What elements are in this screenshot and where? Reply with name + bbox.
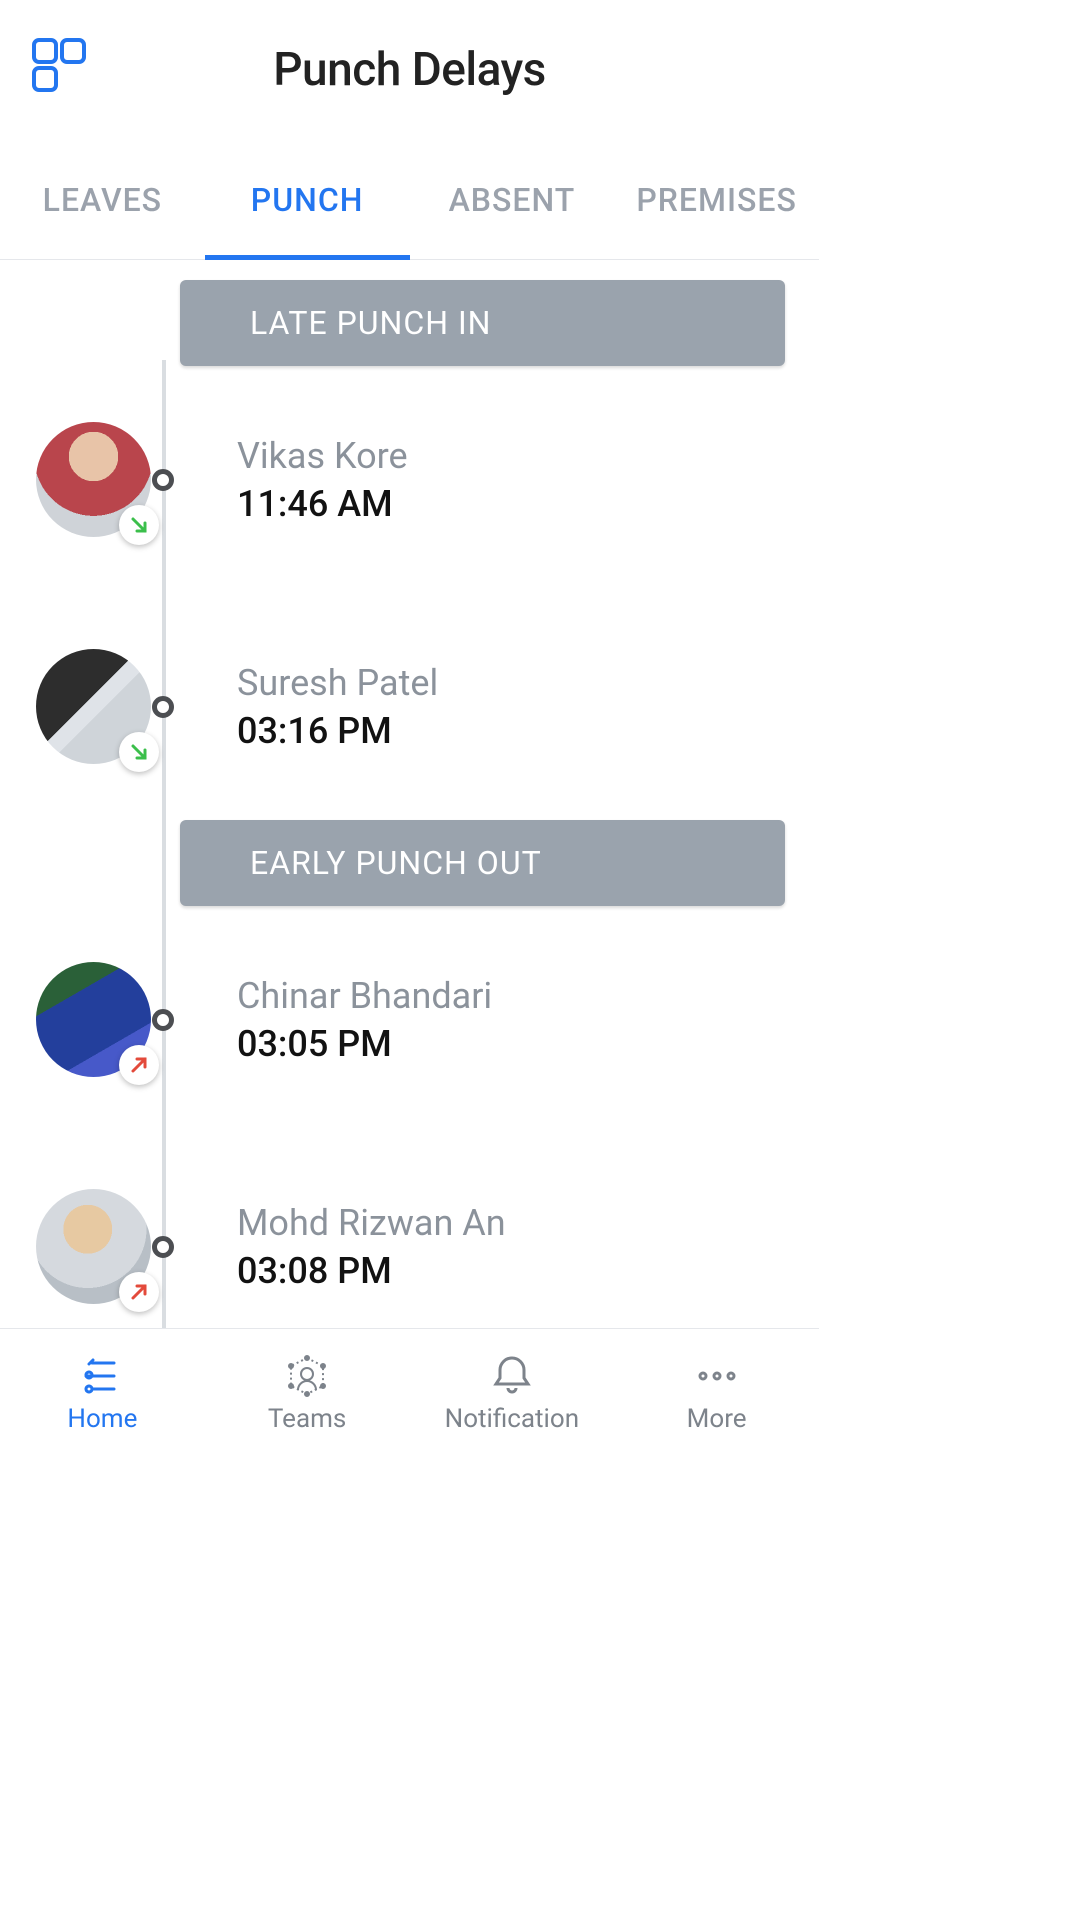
nav-label: More — [687, 1404, 747, 1434]
tab-punch[interactable]: PUNCH — [205, 140, 410, 259]
entry-time: 03:16 PM — [237, 710, 438, 752]
entry-name: Vikas Kore — [237, 435, 408, 477]
nav-home[interactable]: Home — [0, 1329, 205, 1456]
header: Punch Delays — [0, 0, 819, 140]
teams-icon — [283, 1352, 331, 1400]
bell-icon — [488, 1352, 536, 1400]
bottom-nav: Home Teams Notification — [0, 1328, 819, 1456]
home-icon — [78, 1352, 126, 1400]
punch-in-icon — [119, 732, 159, 772]
entry-time: 03:05 PM — [237, 1023, 492, 1065]
tab-bar: LEAVES PUNCH ABSENT PREMISES — [0, 140, 819, 260]
entry-name: Suresh Patel — [237, 662, 438, 704]
timeline-dot — [152, 1236, 174, 1258]
content-area: LATE PUNCH IN Vikas Kore 11:46 AM — [0, 260, 819, 1328]
list-item[interactable]: Vikas Kore 11:46 AM — [0, 366, 819, 593]
tab-absent[interactable]: ABSENT — [410, 140, 615, 259]
dashboard-icon — [30, 36, 88, 94]
tab-premises[interactable]: PREMISES — [614, 140, 819, 259]
nav-teams[interactable]: Teams — [205, 1329, 410, 1456]
avatar — [36, 422, 151, 537]
avatar — [36, 649, 151, 764]
more-icon — [693, 1352, 741, 1400]
section-header-early-out: EARLY PUNCH OUT — [180, 820, 785, 906]
timeline-dot — [152, 1009, 174, 1031]
timeline-dot — [152, 696, 174, 718]
section-header-late-in: LATE PUNCH IN — [180, 280, 785, 366]
tab-leaves[interactable]: LEAVES — [0, 140, 205, 259]
avatar — [36, 962, 151, 1077]
nav-label: Home — [67, 1404, 137, 1434]
menu-button[interactable] — [30, 36, 88, 94]
entry-name: Chinar Bhandari — [237, 975, 492, 1017]
punch-out-icon — [119, 1045, 159, 1085]
nav-label: Teams — [268, 1404, 346, 1434]
avatar — [36, 1189, 151, 1304]
nav-label: Notification — [445, 1404, 579, 1434]
entry-name: Mohd Rizwan An — [237, 1202, 506, 1244]
nav-more[interactable]: More — [614, 1329, 819, 1456]
entry-time: 03:08 PM — [237, 1250, 506, 1292]
nav-notification[interactable]: Notification — [410, 1329, 615, 1456]
entry-time: 11:46 AM — [237, 483, 408, 525]
page-title: Punch Delays — [30, 43, 789, 97]
punch-in-icon — [119, 505, 159, 545]
punch-out-icon — [119, 1272, 159, 1312]
timeline-dot — [152, 469, 174, 491]
list-item[interactable]: Chinar Bhandari 03:05 PM — [0, 906, 819, 1133]
list-item[interactable]: Suresh Patel 03:16 PM — [0, 593, 819, 820]
list-item[interactable]: Mohd Rizwan An 03:08 PM — [0, 1133, 819, 1304]
